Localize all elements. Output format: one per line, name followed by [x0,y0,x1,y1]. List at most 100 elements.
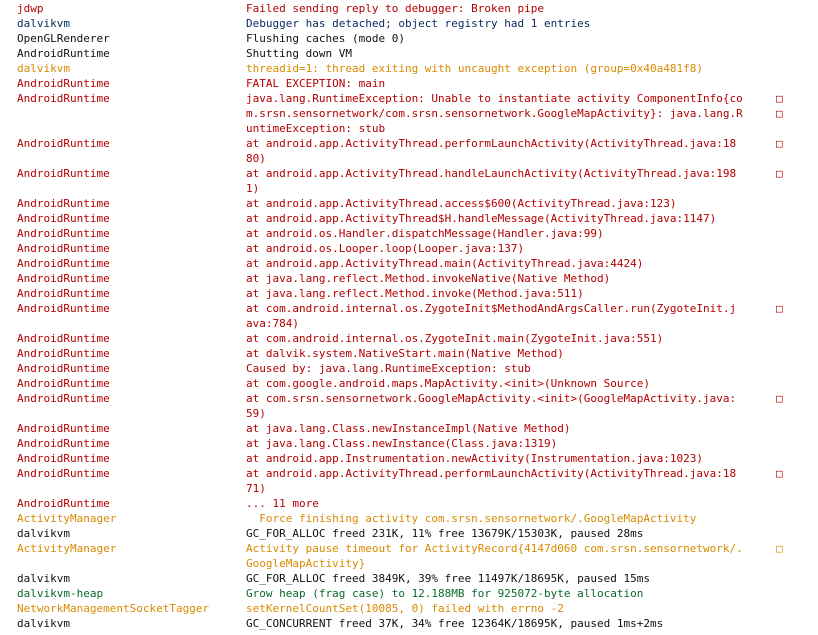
log-message-line: at android.app.ActivityThread$H.handleMe… [246,212,717,225]
log-row[interactable]: ActivityManager Force finishing activity… [0,511,818,526]
log-tag: OpenGLRenderer [17,32,110,45]
log-message: Shutting down VM [246,46,784,61]
logcat-view[interactable]: jdwp Failed sending reply to debugger: Br… [0,0,818,631]
log-row[interactable]: AndroidRuntime at android.os.Looper.loop(… [0,241,818,256]
log-row[interactable]: AndroidRuntime at dalvik.system.NativeSta… [0,346,818,361]
log-message: at android.app.Instrumentation.newActivi… [246,451,784,466]
log-tag: ActivityManager [17,512,117,525]
log-row[interactable]: dalvikvm threadid=1: thread exiting with … [0,61,818,76]
log-row[interactable]: AndroidRuntime at com.srsn.sensornetwork.… [0,391,818,421]
log-row[interactable]: AndroidRuntime at com.google.android.maps… [0,376,818,391]
log-row[interactable]: OpenGLRenderer Flushing caches (mode 0) [0,31,818,46]
log-message: at com.srsn.sensornetwork.GoogleMapActiv… [246,391,784,421]
log-row[interactable]: AndroidRuntime at java.lang.reflect.Metho… [0,286,818,301]
log-row[interactable]: dalvikvm GC_CONCURRENT freed 37K, 34% fre… [0,616,818,631]
log-tag: AndroidRuntime [17,167,110,180]
log-row[interactable]: AndroidRuntime Shutting down VM [0,46,818,61]
log-row[interactable]: AndroidRuntime at android.app.ActivityThr… [0,166,818,196]
log-message-line: at com.google.android.maps.MapActivity.<… [246,377,650,390]
log-message-continuation: 59) [246,407,266,420]
log-tag: AndroidRuntime [17,242,110,255]
log-message: at dalvik.system.NativeStart.main(Native… [246,346,784,361]
log-tag: AndroidRuntime [17,377,110,390]
log-row[interactable]: AndroidRuntime java.lang.RuntimeException… [0,91,818,136]
log-tag: AndroidRuntime [17,137,110,150]
log-message-continuation: m.srsn.sensornetwork/com.srsn.sensornetw… [246,107,743,120]
log-message: GC_FOR_ALLOC freed 231K, 11% free 13679K… [246,526,784,541]
log-message: setKernelCountSet(10085, 0) failed with … [246,601,784,616]
log-tag: AndroidRuntime [17,92,110,105]
line-wrap-icon: □ [776,167,783,180]
log-message-line: at com.srsn.sensornetwork.GoogleMapActiv… [246,392,737,405]
log-message-line: at dalvik.system.NativeStart.main(Native… [246,347,564,360]
log-message-line: at com.android.internal.os.ZygoteInit$Me… [246,302,737,315]
log-row[interactable]: AndroidRuntime at android.app.Instrumenta… [0,451,818,466]
log-row[interactable]: AndroidRuntime at android.app.ActivityThr… [0,136,818,166]
line-wrap-icon: □ [776,137,783,150]
log-message: Caused by: java.lang.RuntimeException: s… [246,361,784,376]
log-message: at java.lang.Class.newInstanceImpl(Nativ… [246,421,784,436]
log-row[interactable]: ActivityManager Activity pause timeout fo… [0,541,818,571]
line-wrap-icon: □ [776,92,783,105]
log-tag: jdwp [17,2,44,15]
log-message-continuation: 1) [246,182,260,195]
log-message-line: at android.app.ActivityThread.main(Activ… [246,257,644,270]
log-row[interactable]: AndroidRuntime at android.app.ActivityThr… [0,196,818,211]
log-tag: AndroidRuntime [17,332,110,345]
log-message: at java.lang.reflect.Method.invokeNative… [246,271,784,286]
log-message-line: Caused by: java.lang.RuntimeException: s… [246,362,531,375]
log-row[interactable]: NetworkManagementSocketTagger setKernelCo… [0,601,818,616]
log-tag: dalvikvm [17,527,70,540]
log-row[interactable]: dalvikvm GC_FOR_ALLOC freed 3849K, 39% fr… [0,571,818,586]
log-message: ... 11 more [246,496,784,511]
log-message: at java.lang.Class.newInstance(Class.jav… [246,436,784,451]
log-message-line: Shutting down VM [246,47,352,60]
log-message: Activity pause timeout for ActivityRecor… [246,541,784,571]
log-message: java.lang.RuntimeException: Unable to in… [246,91,784,136]
log-message: GC_FOR_ALLOC freed 3849K, 39% free 11497… [246,571,784,586]
log-message-line: at java.lang.reflect.Method.invokeNative… [246,272,611,285]
log-row[interactable]: AndroidRuntime at java.lang.Class.newInst… [0,421,818,436]
log-message: at android.app.ActivityThread.handleLaun… [246,166,784,196]
log-tag: AndroidRuntime [17,467,110,480]
log-row[interactable]: jdwp Failed sending reply to debugger: Br… [0,1,818,16]
log-message-line: at android.os.Handler.dispatchMessage(Ha… [246,227,604,240]
log-message-line: at android.app.ActivityThread.access$600… [246,197,677,210]
log-tag: AndroidRuntime [17,272,110,285]
log-row[interactable]: AndroidRuntime at java.lang.reflect.Metho… [0,271,818,286]
log-tag: ActivityManager [17,542,117,555]
log-message: at android.os.Handler.dispatchMessage(Ha… [246,226,784,241]
log-row[interactable]: AndroidRuntime at com.android.internal.os… [0,331,818,346]
log-row[interactable]: AndroidRuntime FATAL EXCEPTION: main [0,76,818,91]
log-message-line: at java.lang.reflect.Method.invoke(Metho… [246,287,584,300]
line-wrap-icon: □ [776,107,783,120]
log-row[interactable]: AndroidRuntime ... 11 more [0,496,818,511]
log-tag: NetworkManagementSocketTagger [17,602,210,615]
log-row[interactable]: AndroidRuntime at android.app.ActivityThr… [0,256,818,271]
log-message-line: at android.app.ActivityThread.handleLaun… [246,167,737,180]
log-message: threadid=1: thread exiting with uncaught… [246,61,784,76]
log-row[interactable]: dalvikvm Debugger has detached; object re… [0,16,818,31]
log-tag: AndroidRuntime [17,227,110,240]
log-row[interactable]: dalvikvm-heap Grow heap (frag case) to 12… [0,586,818,601]
log-row[interactable]: AndroidRuntime at android.os.Handler.disp… [0,226,818,241]
log-row[interactable]: dalvikvm GC_FOR_ALLOC freed 231K, 11% fre… [0,526,818,541]
log-tag: dalvikvm [17,17,70,30]
log-row[interactable]: AndroidRuntime Caused by: java.lang.Runti… [0,361,818,376]
log-row[interactable]: AndroidRuntime at java.lang.Class.newInst… [0,436,818,451]
line-wrap-icon: □ [776,542,783,555]
log-row[interactable]: AndroidRuntime at android.app.ActivityThr… [0,211,818,226]
log-message-line: at android.app.ActivityThread.performLau… [246,137,737,150]
log-message-line: GC_CONCURRENT freed 37K, 34% free 12364K… [246,617,664,630]
log-message-line: threadid=1: thread exiting with uncaught… [246,62,703,75]
log-row[interactable]: AndroidRuntime at com.android.internal.os… [0,301,818,331]
log-message: at android.app.ActivityThread$H.handleMe… [246,211,784,226]
log-row[interactable]: AndroidRuntime at android.app.ActivityThr… [0,466,818,496]
log-tag: AndroidRuntime [17,302,110,315]
log-message-line: Activity pause timeout for ActivityRecor… [246,542,743,555]
log-message-line: Debugger has detached; object registry h… [246,17,591,30]
log-message: GC_CONCURRENT freed 37K, 34% free 12364K… [246,616,784,631]
log-message-line: Failed sending reply to debugger: Broken… [246,2,545,15]
log-tag: dalvikvm [17,62,70,75]
log-message: Grow heap (frag case) to 12.188MB for 92… [246,586,784,601]
